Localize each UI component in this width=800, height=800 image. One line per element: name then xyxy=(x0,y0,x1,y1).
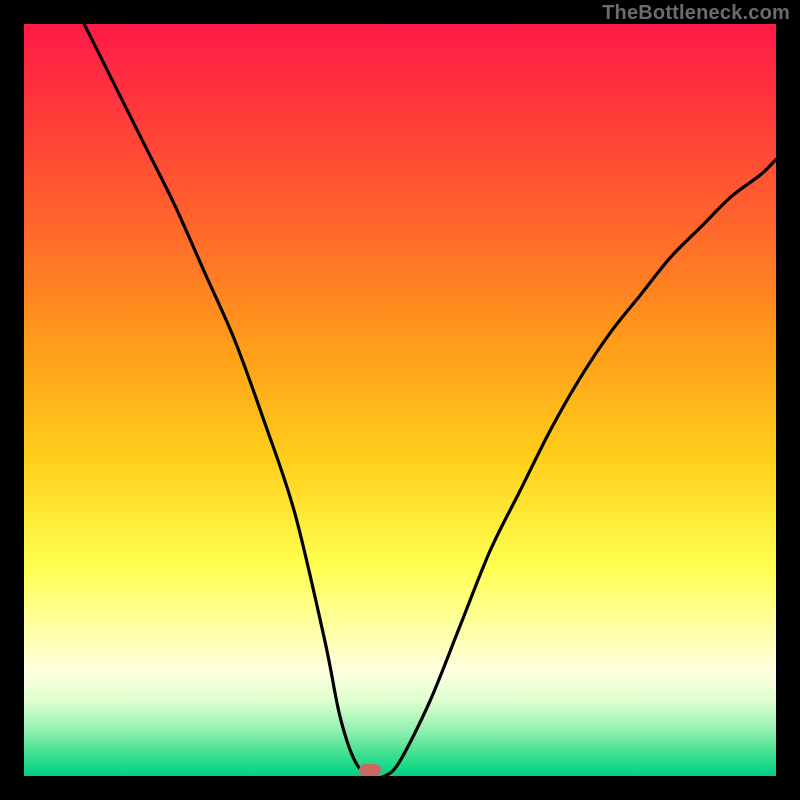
bottleneck-curve xyxy=(24,24,776,776)
watermark-text: TheBottleneck.com xyxy=(602,2,790,25)
chart-frame: TheBottleneck.com xyxy=(0,0,800,800)
optimal-point-marker xyxy=(359,764,381,776)
